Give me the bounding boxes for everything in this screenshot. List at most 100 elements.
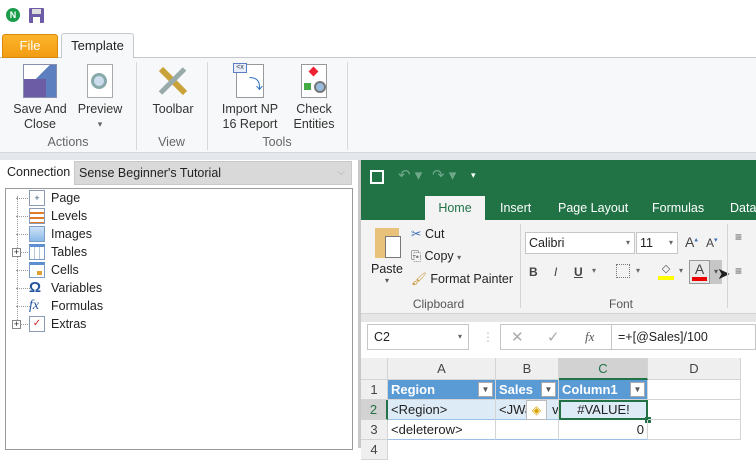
extras-checklist-icon: ✓ — [29, 316, 45, 332]
format-painter-label: Format Painter — [430, 272, 514, 286]
save-icon[interactable] — [29, 8, 44, 23]
group-label-tools: Tools — [262, 135, 292, 149]
button-label: Save And — [13, 102, 67, 116]
cell-a1[interactable]: Region ▼ — [388, 380, 496, 400]
cell-c1[interactable]: Column1 ▼ — [559, 380, 648, 400]
customize-toolbar-icon[interactable]: ▾ — [471, 170, 476, 181]
cell-a3[interactable]: <deleterow> — [388, 420, 496, 440]
toolbar-button[interactable]: Toolbar — [145, 64, 201, 117]
tools-icon — [156, 64, 190, 98]
borders-icon[interactable] — [616, 264, 630, 278]
enter-checkmark-icon[interactable]: ✓ — [547, 328, 560, 346]
filter-dropdown-icon[interactable]: ▼ — [541, 382, 556, 397]
expand-icon[interactable]: + — [12, 248, 21, 257]
import-np16-report-button[interactable]: <x ⤵ Import NP 16 Report — [218, 63, 282, 132]
tree-label: Extras — [51, 317, 87, 331]
row-header-1[interactable]: 1 — [361, 380, 388, 400]
column-header-a[interactable]: A — [388, 358, 496, 380]
error-warning-icon[interactable]: ◈ — [526, 400, 547, 420]
cut-button[interactable]: ✂ Cut — [411, 226, 444, 241]
cut-label: Cut — [424, 227, 445, 241]
row-header-2[interactable]: 2 — [361, 400, 388, 420]
underline-button[interactable]: U — [574, 265, 583, 279]
font-size-value: 11 — [640, 236, 653, 250]
column-header-d[interactable]: D — [648, 358, 741, 380]
cell-d1[interactable] — [648, 380, 741, 400]
font-name-select[interactable]: Calibri ▾ — [525, 232, 635, 254]
copy-button[interactable]: ⎘ Copy ▾ — [411, 249, 461, 264]
excel-tab-page-layout[interactable]: Page Layout — [558, 196, 628, 220]
cell-text: Sales — [499, 382, 533, 397]
excel-save-icon[interactable] — [370, 170, 384, 184]
excel-tab-insert[interactable]: Insert — [500, 196, 531, 220]
button-label: Entities — [293, 117, 335, 131]
format-painter-button[interactable]: 🖌 Format Painter — [411, 272, 513, 287]
cell-c2-selected[interactable]: #VALUE! — [559, 400, 648, 420]
tab-file[interactable]: File — [2, 34, 58, 58]
cell-b3[interactable] — [496, 420, 559, 440]
scissors-icon: ✂ — [411, 227, 422, 241]
ribbon-divider — [0, 153, 756, 160]
save-and-close-icon — [23, 64, 57, 98]
chevron-down-icon: ⌵ — [337, 167, 345, 178]
preview-magnifier-icon — [87, 64, 113, 98]
preview-button[interactable]: Preview ▾ — [72, 64, 128, 132]
row-header-4[interactable]: 4 — [361, 440, 388, 460]
mouse-cursor-icon: ➤ — [717, 266, 731, 283]
column-header-c[interactable]: C — [559, 358, 648, 380]
title-bar: N — [0, 0, 756, 32]
font-color-button[interactable]: A — [689, 260, 710, 284]
column-header-b[interactable]: B — [496, 358, 559, 380]
font-size-select[interactable]: 11 ▾ — [636, 232, 678, 254]
tab-template[interactable]: Template — [61, 33, 134, 59]
increase-font-size-icon[interactable]: A▴ — [685, 234, 698, 250]
filter-dropdown-icon[interactable]: ▼ — [630, 382, 645, 397]
cancel-icon[interactable]: ✕ — [511, 328, 524, 346]
select-all-corner[interactable] — [361, 358, 388, 380]
paste-icon — [375, 228, 401, 258]
undo-icon[interactable]: ↶ ▾ — [398, 166, 422, 184]
cell-a2[interactable]: <Region> — [388, 400, 496, 420]
import-report-icon: <x ⤵ — [233, 63, 264, 98]
dropdown-arrow-icon: ▾ — [97, 119, 103, 129]
excel-tab-home[interactable]: Home — [425, 196, 485, 220]
cell-b1[interactable]: Sales ▼ — [496, 380, 559, 400]
insert-function-icon[interactable]: fx — [585, 329, 594, 345]
ribbon-bottom-band — [361, 314, 756, 322]
expand-icon[interactable]: + — [12, 320, 21, 329]
button-label: Preview — [77, 102, 123, 116]
name-box[interactable]: C2 ▾ — [367, 324, 469, 350]
underline-dropdown-icon[interactable]: ▾ — [592, 266, 596, 275]
tree-label: Levels — [51, 209, 88, 223]
tree-label: Formulas — [51, 299, 104, 313]
borders-dropdown-icon[interactable]: ▾ — [636, 266, 640, 275]
table-icon — [29, 244, 45, 260]
decrease-font-size-icon[interactable]: A▾ — [706, 236, 718, 250]
formula-input[interactable]: =+[@Sales]/100 — [612, 324, 756, 350]
check-entities-button[interactable]: Check Entities — [288, 64, 340, 132]
fill-color-dropdown-icon[interactable]: ▾ — [679, 266, 683, 275]
tree-label: Page — [51, 191, 81, 205]
group-label-view: View — [158, 135, 185, 149]
row-header-3[interactable]: 3 — [361, 420, 388, 440]
copy-label: Copy — [424, 249, 454, 263]
excel-tab-formulas[interactable]: Formulas — [652, 196, 704, 220]
cell-d3[interactable] — [648, 420, 741, 440]
fill-color-icon[interactable]: ◇ — [658, 262, 674, 280]
filter-dropdown-icon[interactable]: ▼ — [478, 382, 493, 397]
redo-icon[interactable]: ↷ ▾ — [432, 166, 456, 184]
cell-d2[interactable] — [648, 400, 741, 420]
levels-icon — [29, 208, 45, 224]
connection-select[interactable]: Sense Beginner's Tutorial ⌵ — [74, 161, 352, 185]
paste-button[interactable]: Paste ▾ — [369, 228, 405, 285]
bold-button[interactable]: B — [529, 265, 538, 279]
cell-c3[interactable]: 0 — [559, 420, 648, 440]
align-left-icon[interactable]: ≡ — [735, 264, 742, 278]
italic-button[interactable]: I — [554, 265, 557, 279]
button-label: Toolbar — [152, 102, 194, 116]
button-label: Close — [24, 117, 56, 131]
save-and-close-button[interactable]: Save And Close — [10, 64, 70, 132]
align-top-icon[interactable]: ≡ — [735, 230, 742, 244]
excel-ribbon: Paste ▾ ✂ Cut ⎘ Copy ▾ 🖌 Format Painter C… — [361, 220, 756, 314]
excel-tab-data[interactable]: Data — [730, 196, 756, 220]
